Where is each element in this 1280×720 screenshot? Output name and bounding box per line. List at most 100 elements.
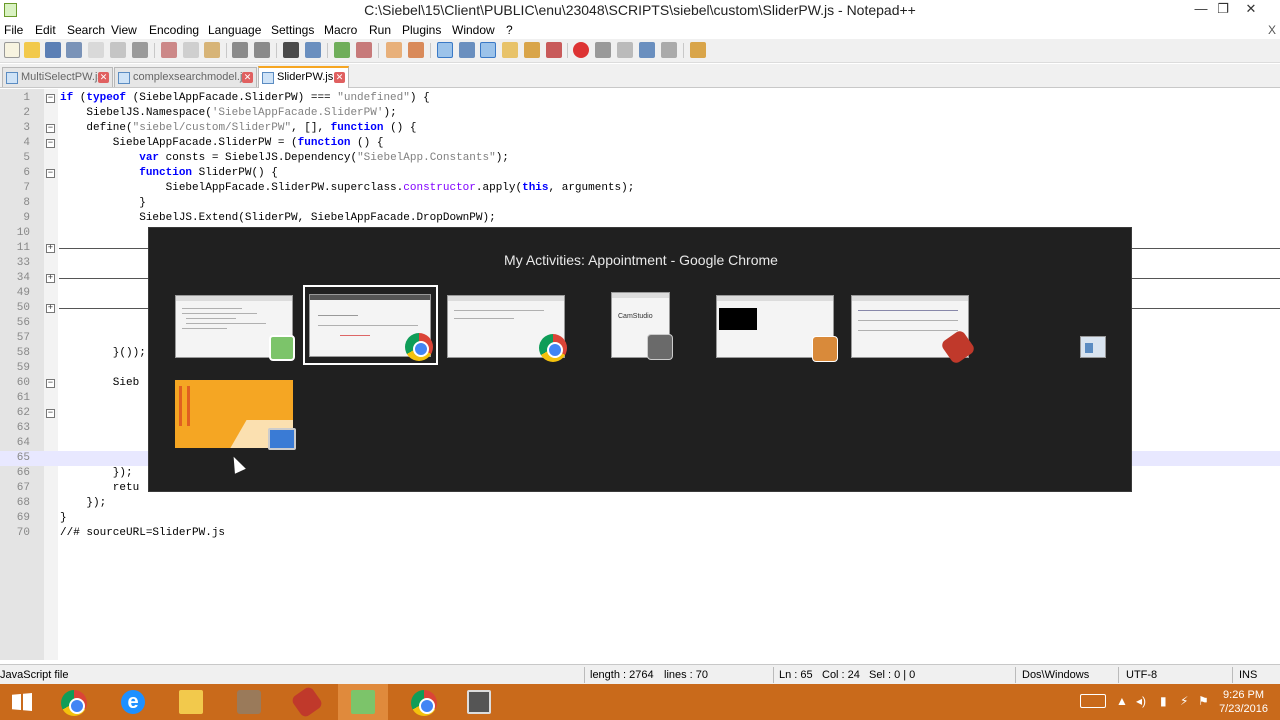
show-all-chars-icon[interactable] bbox=[459, 42, 475, 58]
menu-language[interactable]: Language bbox=[208, 23, 261, 37]
code-text: //# sourceURL=SliderPW.js bbox=[60, 527, 226, 539]
menu-plugins[interactable]: Plugins bbox=[402, 23, 441, 37]
taskbar: e ▲ ◂) ▮ ⚡ ⚑ 9:26 PM 7/23/2016 bbox=[0, 684, 1280, 720]
save-icon[interactable] bbox=[45, 42, 61, 58]
close-document-icon[interactable]: X bbox=[1268, 23, 1276, 37]
menu-search[interactable]: Search bbox=[67, 23, 105, 37]
code-line[interactable]: 69} bbox=[0, 511, 1280, 526]
code-line[interactable]: 5 var consts = SiebelJS.Dependency("Sieb… bbox=[0, 151, 1280, 166]
code-line[interactable]: 7 SiebelAppFacade.SliderPW.superclass.co… bbox=[0, 181, 1280, 196]
fold-marker-icon[interactable]: − bbox=[46, 409, 55, 418]
fold-marker-icon[interactable]: − bbox=[46, 139, 55, 148]
line-number: 7 bbox=[23, 182, 30, 194]
code-text: retu bbox=[60, 482, 140, 494]
menu-edit[interactable]: Edit bbox=[35, 23, 56, 37]
code-line[interactable]: 6 − function SliderPW() { bbox=[0, 166, 1280, 181]
menu-run[interactable]: Run bbox=[369, 23, 391, 37]
record-macro-icon[interactable] bbox=[573, 42, 589, 58]
code-text: define("siebel/custom/SliderPW", [], fun… bbox=[60, 122, 417, 134]
code-line[interactable]: 3 − define("siebel/custom/SliderPW", [], … bbox=[0, 121, 1280, 136]
code-line[interactable]: 9 SiebelJS.Extend(SliderPW, SiebelAppFac… bbox=[0, 211, 1280, 226]
fold-marker-icon[interactable]: + bbox=[46, 244, 55, 253]
menu-macro[interactable]: Macro bbox=[324, 23, 357, 37]
close-file-icon[interactable] bbox=[88, 42, 104, 58]
menu-help[interactable]: ? bbox=[506, 23, 513, 37]
switcher-window-small[interactable] bbox=[1080, 336, 1106, 358]
fold-marker-icon[interactable]: − bbox=[46, 379, 55, 388]
code-text: var consts = SiebelJS.Dependency("Siebel… bbox=[139, 152, 509, 164]
code-line[interactable]: 1 − if (typeof (SiebelAppFacade.SliderPW) … bbox=[0, 91, 1280, 106]
taskbar-chrome[interactable] bbox=[48, 684, 98, 720]
play-macro-icon[interactable] bbox=[617, 42, 633, 58]
taskbar-siebel-tools-1[interactable] bbox=[224, 684, 274, 720]
new-file-icon[interactable] bbox=[4, 42, 20, 58]
fold-marker-icon[interactable]: + bbox=[46, 274, 55, 283]
keyboard-icon[interactable] bbox=[1080, 694, 1106, 708]
line-number: 5 bbox=[23, 152, 30, 164]
redo-icon[interactable] bbox=[254, 42, 270, 58]
sync-horizontal-icon[interactable] bbox=[408, 42, 424, 58]
taskbar-notepad-plus-plus[interactable] bbox=[338, 684, 388, 720]
menu-settings[interactable]: Settings bbox=[271, 23, 314, 37]
power-icon[interactable]: ⚡ bbox=[1180, 694, 1188, 708]
show-hidden-icons-icon[interactable]: ▲ bbox=[1116, 694, 1128, 708]
close-button[interactable]: ✕ bbox=[1236, 0, 1266, 20]
code-line[interactable]: 2 SiebelJS.Namespace('SiebelAppFacade.Sl… bbox=[0, 106, 1280, 121]
clock[interactable]: 9:26 PM 7/23/2016 bbox=[1219, 688, 1268, 716]
doc-map-icon[interactable] bbox=[502, 42, 518, 58]
fold-marker-icon[interactable]: + bbox=[46, 304, 55, 313]
word-wrap-icon[interactable] bbox=[437, 42, 453, 58]
print-icon[interactable] bbox=[132, 42, 148, 58]
close-all-icon[interactable] bbox=[110, 42, 126, 58]
restore-button[interactable]: ❐ bbox=[1208, 0, 1238, 20]
taskbar-file-explorer[interactable] bbox=[166, 684, 216, 720]
stop-macro-icon[interactable] bbox=[595, 42, 611, 58]
menu-window[interactable]: Window bbox=[452, 23, 495, 37]
taskbar-internet-explorer[interactable]: e bbox=[108, 684, 158, 720]
code-line[interactable]: 8 } bbox=[0, 196, 1280, 211]
fold-marker-icon[interactable]: − bbox=[46, 124, 55, 133]
tab-sliderpw[interactable]: SliderPW.js ✕ bbox=[258, 66, 349, 88]
replace-icon[interactable] bbox=[305, 42, 321, 58]
cut-icon[interactable] bbox=[161, 42, 177, 58]
close-tab-icon[interactable]: ✕ bbox=[98, 72, 109, 83]
indent-guide-icon[interactable] bbox=[480, 42, 496, 58]
find-icon[interactable] bbox=[283, 42, 299, 58]
code-line[interactable]: 70 //# sourceURL=SliderPW.js bbox=[0, 526, 1280, 541]
line-number: 1 bbox=[23, 92, 30, 104]
fold-marker-icon[interactable]: − bbox=[46, 94, 55, 103]
close-tab-icon[interactable]: ✕ bbox=[242, 72, 253, 83]
volume-icon[interactable]: ◂) bbox=[1136, 694, 1146, 708]
save-macro-icon[interactable] bbox=[661, 42, 677, 58]
menu-file[interactable]: File bbox=[4, 23, 23, 37]
network-icon[interactable]: ▮ bbox=[1160, 694, 1167, 708]
paste-icon[interactable] bbox=[204, 42, 220, 58]
tab-multiselectpw[interactable]: MultiSelectPW.js ✕ bbox=[2, 67, 113, 87]
zoom-in-icon[interactable] bbox=[334, 42, 350, 58]
function-list-icon[interactable] bbox=[524, 42, 540, 58]
open-file-icon[interactable] bbox=[24, 42, 40, 58]
menu-encoding[interactable]: Encoding bbox=[149, 23, 199, 37]
close-tab-icon[interactable]: ✕ bbox=[334, 72, 345, 83]
start-button[interactable] bbox=[0, 684, 50, 720]
folder-workspace-icon[interactable] bbox=[546, 42, 562, 58]
code-line[interactable]: 68 }); bbox=[0, 496, 1280, 511]
run-macro-multiple-icon[interactable] bbox=[639, 42, 655, 58]
plugin-icon[interactable] bbox=[690, 42, 706, 58]
sync-vertical-icon[interactable] bbox=[386, 42, 402, 58]
action-center-icon[interactable]: ⚑ bbox=[1198, 694, 1209, 708]
line-number: 66 bbox=[16, 467, 30, 479]
line-number: 65 bbox=[16, 452, 30, 464]
taskbar-chrome-2[interactable] bbox=[398, 684, 448, 720]
save-all-icon[interactable] bbox=[66, 42, 82, 58]
code-text: }); bbox=[60, 467, 133, 479]
tab-complexsearchmodel[interactable]: complexsearchmodel.js ✕ bbox=[114, 67, 257, 87]
taskbar-camstudio[interactable] bbox=[454, 684, 504, 720]
code-line[interactable]: 4 − SiebelAppFacade.SliderPW = (function … bbox=[0, 136, 1280, 151]
taskbar-siebel-tools-2[interactable] bbox=[282, 684, 332, 720]
fold-marker-icon[interactable]: − bbox=[46, 169, 55, 178]
copy-icon[interactable] bbox=[183, 42, 199, 58]
menu-view[interactable]: View bbox=[111, 23, 137, 37]
zoom-out-icon[interactable] bbox=[356, 42, 372, 58]
undo-icon[interactable] bbox=[232, 42, 248, 58]
